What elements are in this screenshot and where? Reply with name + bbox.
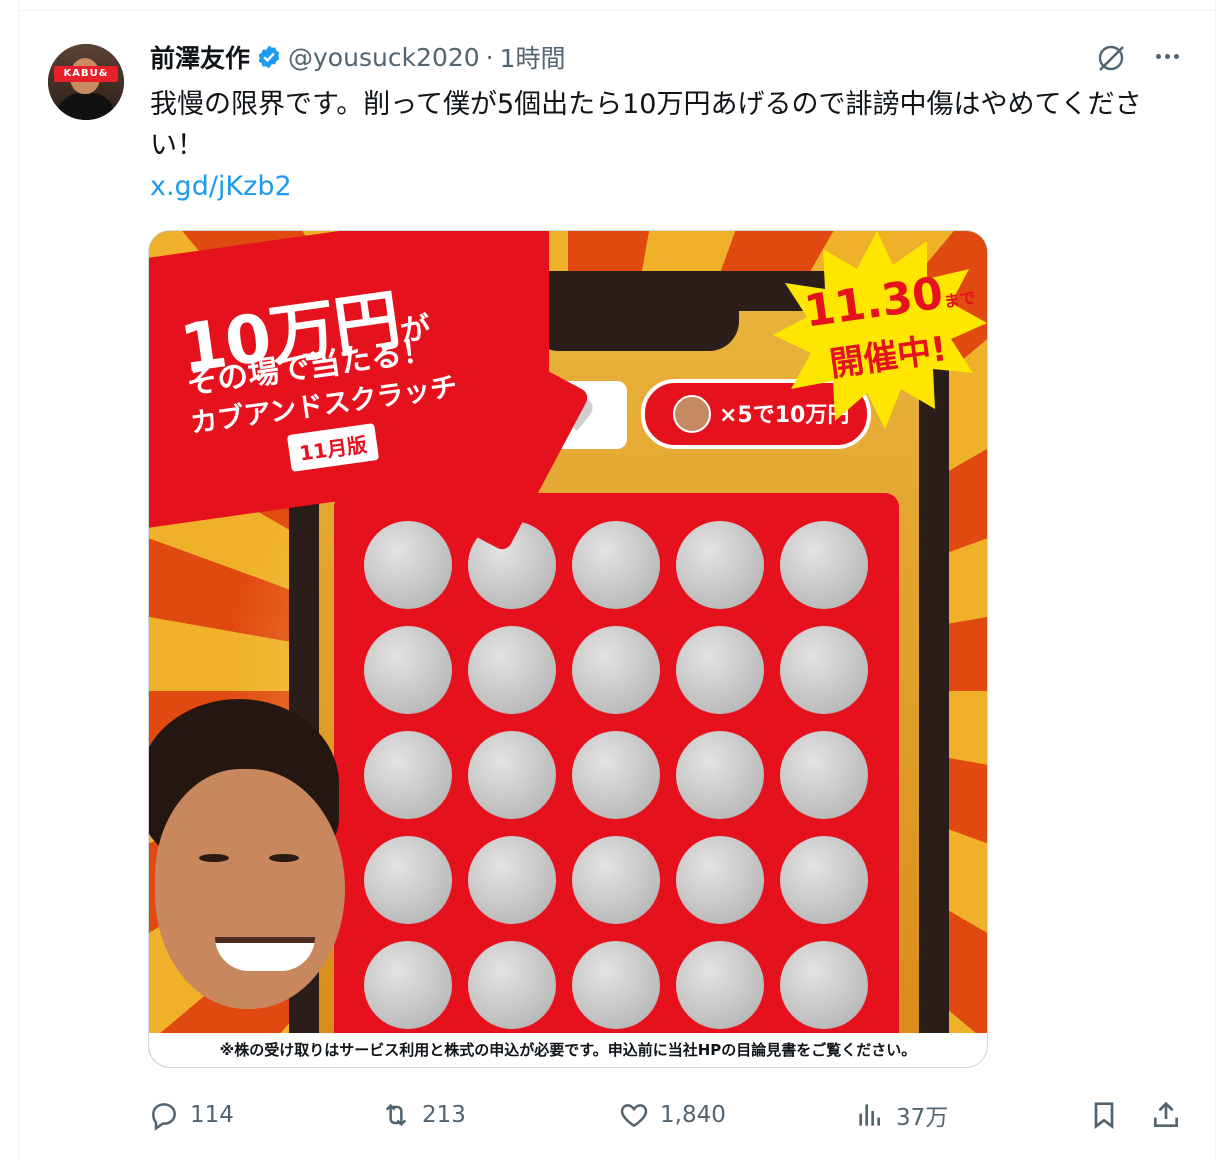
scratch-circle — [468, 731, 556, 819]
views-icon — [859, 1104, 880, 1126]
post-time[interactable]: 1時間 — [500, 39, 566, 75]
author-name[interactable]: 前澤友作 — [150, 39, 250, 75]
views-button[interactable]: 37万 — [854, 1094, 948, 1136]
repost-icon — [385, 1103, 407, 1127]
scratch-circle — [572, 731, 660, 819]
scratch-circle — [468, 941, 556, 1029]
scratch-panel — [334, 493, 899, 1067]
post-image[interactable]: ♥ ♥ ×5で10万円 11.30まで 開催中! 10万円が その場で当たる！ … — [148, 230, 988, 1068]
scratch-circle — [780, 521, 868, 609]
more-icon[interactable] — [1150, 42, 1184, 70]
scratch-circle — [364, 626, 452, 714]
like-icon — [620, 1104, 648, 1128]
scratch-circle — [364, 731, 452, 819]
scratch-circle — [468, 836, 556, 924]
share-icon — [1154, 1101, 1178, 1127]
scratch-circle — [572, 836, 660, 924]
reply-icon — [152, 1103, 176, 1131]
scratch-circle — [364, 521, 452, 609]
like-button[interactable]: 1,840 — [618, 1094, 726, 1136]
separator-dot: · — [485, 42, 494, 72]
scratch-circle — [676, 626, 764, 714]
phone-notch — [529, 271, 739, 351]
scratch-circle — [364, 941, 452, 1029]
views-count: 37万 — [896, 1105, 949, 1131]
scratch-circle — [676, 836, 764, 924]
scratch-circle — [572, 941, 660, 1029]
scratch-circle — [572, 626, 660, 714]
author-handle[interactable]: @yousuck2020 — [288, 43, 480, 72]
scratch-circle — [780, 626, 868, 714]
scratch-circle — [676, 521, 764, 609]
bookmark-button[interactable] — [1088, 1094, 1120, 1136]
face-thumbnail — [673, 395, 711, 433]
post-link[interactable]: x.gd/jKzb2 — [150, 168, 292, 206]
post-header: 前澤友作 @yousuck2020 · 1時間 — [150, 40, 566, 74]
scratch-circle — [676, 941, 764, 1029]
scratch-circle — [572, 521, 660, 609]
grok-icon[interactable] — [1095, 42, 1127, 74]
disclaimer: ※株の受け取りはサービス利用と株式の申込が必要です。申込前に当社HPの目論見書を… — [149, 1033, 987, 1067]
repost-button[interactable]: 213 — [380, 1094, 466, 1136]
action-bar: 114 213 1,840 37万 — [148, 1094, 1188, 1136]
verified-badge-icon — [258, 45, 280, 69]
smiling-man-photo — [149, 699, 359, 1029]
reply-button[interactable]: 114 — [148, 1094, 234, 1136]
reply-count: 114 — [190, 1102, 234, 1128]
repost-count: 213 — [422, 1102, 466, 1128]
scratch-circle — [676, 731, 764, 819]
scratch-circle — [780, 731, 868, 819]
scratch-circle — [780, 941, 868, 1029]
bookmark-icon — [1094, 1102, 1114, 1129]
avatar[interactable]: KABU& — [48, 44, 124, 120]
scratch-circle — [780, 836, 868, 924]
scratch-circle — [468, 626, 556, 714]
scratch-circle — [364, 836, 452, 924]
post-text: 我慢の限界です。削って僕が5個出たら10万円あげるので誹謗中傷はやめてください！ — [150, 89, 1142, 161]
like-count: 1,840 — [660, 1102, 726, 1128]
divider — [19, 10, 1215, 11]
share-button[interactable] — [1150, 1094, 1182, 1136]
